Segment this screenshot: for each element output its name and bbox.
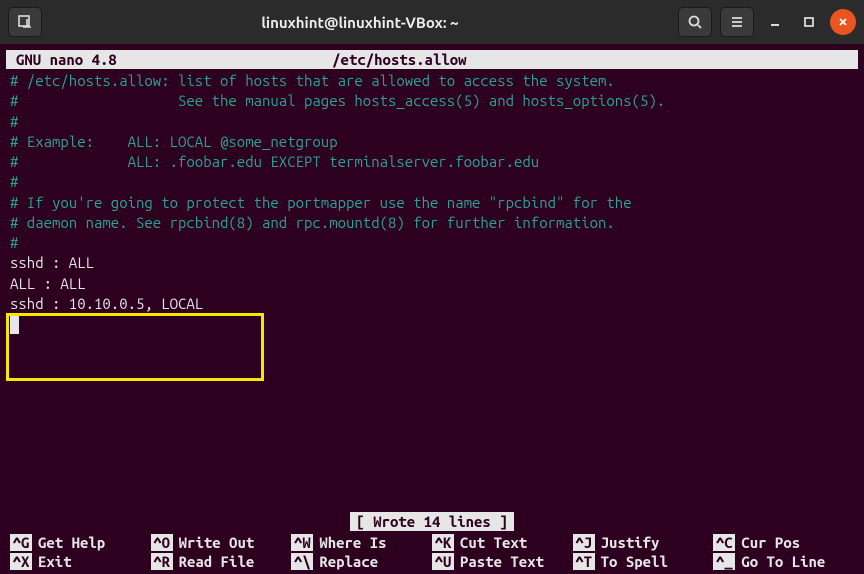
window-titlebar: linuxhint@linuxhint-VBox: ~ <box>0 0 864 44</box>
shortcut-item: ^J Justify <box>573 534 714 551</box>
shortcut-item: ^\ Replace <box>291 553 432 570</box>
shortcut-key: ^\ <box>291 553 313 570</box>
text-cursor <box>10 316 19 334</box>
shortcut-item: ^R Read File <box>151 553 292 570</box>
shortcut-key: ^T <box>573 553 595 570</box>
shortcut-key: ^K <box>432 534 454 551</box>
file-line[interactable]: # <box>10 233 854 253</box>
search-button[interactable] <box>678 7 712 37</box>
shortcut-label: Get Help <box>38 534 105 551</box>
file-line[interactable]: sshd : 10.10.0.5, LOCAL <box>10 294 854 314</box>
window-title: linuxhint@linuxhint-VBox: ~ <box>50 14 670 31</box>
file-line[interactable]: # See the manual pages hosts_access(5) a… <box>10 91 854 111</box>
shortcut-label: Exit <box>38 553 72 570</box>
shortcut-label: Write Out <box>179 534 255 551</box>
file-line[interactable]: ALL : ALL <box>10 274 854 294</box>
shortcut-key: ^_ <box>713 553 735 570</box>
nano-header: GNU nano 4.8 /etc/hosts.allow <box>6 50 858 69</box>
shortcut-item: ^W Where Is <box>291 534 432 551</box>
shortcut-key: ^O <box>151 534 173 551</box>
shortcut-key: ^R <box>151 553 173 570</box>
file-line[interactable]: sshd : ALL <box>10 253 854 273</box>
shortcut-key: ^W <box>291 534 313 551</box>
shortcut-key: ^J <box>573 534 595 551</box>
terminal-area[interactable]: GNU nano 4.8 /etc/hosts.allow # /etc/hos… <box>0 50 864 574</box>
close-button[interactable] <box>830 9 856 35</box>
file-line[interactable]: # Example: ALL: LOCAL @some_netgroup <box>10 132 854 152</box>
minimize-button[interactable] <box>762 9 788 35</box>
shortcut-key: ^X <box>10 553 32 570</box>
shortcut-item: ^O Write Out <box>151 534 292 551</box>
shortcut-key: ^C <box>713 534 735 551</box>
shortcut-item: ^K Cut Text <box>432 534 573 551</box>
maximize-button[interactable] <box>796 9 822 35</box>
nano-shortcuts: ^G Get Help ^O Write Out ^W Where Is ^K Cut Tex… <box>0 534 864 574</box>
shortcut-label: Cut Text <box>460 534 527 551</box>
shortcut-item: ^X Exit <box>10 553 151 570</box>
shortcut-item: ^T To Spell <box>573 553 714 570</box>
nano-filename: /etc/hosts.allow <box>332 51 848 68</box>
nano-status-line: [ Wrote 14 lines ] <box>0 513 864 530</box>
nano-version: GNU nano 4.8 <box>16 51 332 68</box>
file-line[interactable]: # <box>10 172 854 192</box>
shortcut-key: ^G <box>10 534 32 551</box>
shortcut-label: Where Is <box>319 534 386 551</box>
menu-button[interactable] <box>720 7 754 37</box>
shortcut-label: Cur Pos <box>741 534 800 551</box>
shortcut-item: ^C Cur Pos <box>713 534 854 551</box>
file-line[interactable]: # <box>10 112 854 132</box>
shortcut-item: ^_ Go To Line <box>713 553 854 570</box>
shortcut-item: ^G Get Help <box>10 534 151 551</box>
new-tab-button[interactable] <box>8 7 42 37</box>
file-content[interactable]: # /etc/hosts.allow: list of hosts that a… <box>0 69 864 316</box>
shortcut-label: Justify <box>601 534 660 551</box>
file-line[interactable]: # If you're going to protect the portmap… <box>10 193 854 213</box>
shortcut-label: Read File <box>179 553 255 570</box>
shortcut-label: Replace <box>319 553 378 570</box>
file-line[interactable]: # ALL: .foobar.edu EXCEPT terminalserver… <box>10 152 854 172</box>
file-line[interactable]: # daemon name. See rpcbind(8) and rpc.mo… <box>10 213 854 233</box>
file-line[interactable]: # /etc/hosts.allow: list of hosts that a… <box>10 71 854 91</box>
shortcut-label: To Spell <box>601 553 668 570</box>
shortcut-label: Paste Text <box>460 553 544 570</box>
annotation-highlight <box>6 313 264 381</box>
shortcut-item: ^U Paste Text <box>432 553 573 570</box>
shortcut-label: Go To Line <box>741 553 825 570</box>
shortcut-key: ^U <box>432 553 454 570</box>
